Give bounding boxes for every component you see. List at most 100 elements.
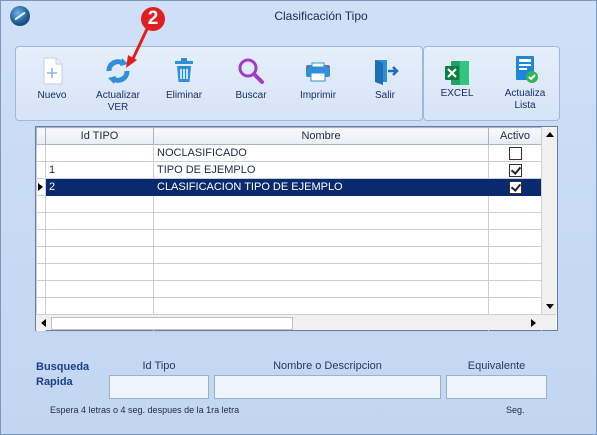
cell-activo bbox=[488, 161, 542, 179]
ver-label: VER bbox=[107, 102, 129, 113]
empty-cell[interactable] bbox=[488, 195, 542, 213]
cell-activo bbox=[488, 144, 542, 162]
activo-checkbox[interactable] bbox=[508, 163, 522, 177]
imprimir-label: Imprimir bbox=[299, 90, 337, 101]
main-toolbar: Nuevo Actualizar VER Eliminar Buscar Imp… bbox=[15, 46, 423, 121]
cell-nombre[interactable]: TIPO DE EJEMPLO bbox=[153, 161, 489, 179]
table-row-empty[interactable] bbox=[36, 246, 542, 264]
empty-cell[interactable] bbox=[488, 246, 542, 264]
empty-cell[interactable] bbox=[153, 212, 489, 230]
grid-header-row: Id TIPO Nombre Activo bbox=[36, 127, 542, 145]
nuevo-button[interactable]: Nuevo bbox=[30, 47, 74, 120]
table-row[interactable]: 2 CLASIFICACION TIPO DE EJEMPLO bbox=[36, 178, 542, 196]
empty-cell[interactable] bbox=[45, 229, 154, 247]
table-row-empty[interactable] bbox=[36, 195, 542, 213]
empty-cell[interactable] bbox=[153, 246, 489, 264]
empty-cell[interactable] bbox=[153, 297, 489, 315]
horizontal-scroll-thumb[interactable] bbox=[51, 317, 293, 330]
title-bar: Clasificación Tipo bbox=[1, 1, 596, 31]
scroll-down-button[interactable] bbox=[542, 299, 557, 314]
empty-cell[interactable] bbox=[153, 195, 489, 213]
secondary-toolbar: EXCEL Actualiza Lista bbox=[423, 46, 560, 121]
lista-label: Lista bbox=[514, 100, 536, 111]
empty-cell[interactable] bbox=[45, 297, 154, 315]
nuevo-label: Nuevo bbox=[37, 90, 67, 101]
grid-table: Id TIPO Nombre Activo NOCLASIFICADO 1 TIPO… bbox=[36, 127, 542, 332]
row-indicator bbox=[36, 195, 46, 213]
data-grid[interactable]: Id TIPO Nombre Activo NOCLASIFICADO 1 TIPO… bbox=[35, 126, 558, 332]
actualizar-label: Actualizar bbox=[96, 90, 140, 101]
scroll-up-button[interactable] bbox=[542, 127, 557, 142]
excel-button[interactable]: EXCEL bbox=[432, 47, 482, 120]
cell-nombre[interactable]: NOCLASIFICADO bbox=[153, 144, 489, 162]
quick-search-title-line1: Busqueda bbox=[36, 361, 90, 373]
main-window: Clasificación Tipo Nuevo Actualizar VER bbox=[0, 0, 597, 435]
equivalente-input[interactable] bbox=[446, 375, 547, 399]
quick-search-title: Busqueda Rapida bbox=[36, 360, 89, 390]
empty-cell[interactable] bbox=[488, 297, 542, 315]
imprimir-button[interactable]: Imprimir bbox=[294, 47, 342, 120]
equivalente-label: Equivalente bbox=[467, 360, 526, 372]
empty-cell[interactable] bbox=[153, 263, 489, 281]
arrow-down-icon bbox=[546, 304, 554, 309]
callout-arrow-icon bbox=[126, 28, 149, 68]
empty-cell[interactable] bbox=[45, 212, 154, 230]
cell-id-tipo[interactable] bbox=[45, 144, 154, 162]
empty-cell[interactable] bbox=[45, 263, 154, 281]
table-row-empty[interactable] bbox=[36, 280, 542, 298]
update-list-icon bbox=[516, 56, 538, 83]
horizontal-scrollbar[interactable] bbox=[36, 314, 556, 330]
search-hint-text: Espera 4 letras o 4 seg. despues de la 1… bbox=[50, 405, 240, 415]
row-indicator bbox=[36, 297, 46, 315]
cell-activo bbox=[488, 178, 542, 196]
nombre-descripcion-label: Nombre o Descripcion bbox=[273, 360, 382, 372]
column-header-id-tipo[interactable]: Id TIPO bbox=[45, 127, 154, 145]
search-icon bbox=[238, 58, 264, 84]
actualiza-lista-button[interactable]: Actualiza Lista bbox=[496, 47, 554, 120]
new-document-icon bbox=[43, 57, 63, 85]
empty-cell[interactable] bbox=[488, 212, 542, 230]
actualiza-label: Actualiza bbox=[504, 88, 546, 99]
column-header-nombre[interactable]: Nombre bbox=[153, 127, 489, 145]
cell-id-tipo[interactable]: 1 bbox=[45, 161, 154, 179]
vertical-scrollbar[interactable] bbox=[541, 127, 557, 314]
cell-id-tipo[interactable]: 2 bbox=[45, 178, 154, 196]
table-row-empty[interactable] bbox=[36, 229, 542, 247]
row-indicator bbox=[36, 144, 46, 162]
empty-cell[interactable] bbox=[488, 229, 542, 247]
table-row[interactable]: NOCLASIFICADO bbox=[36, 144, 542, 162]
row-indicator bbox=[36, 212, 46, 230]
row-indicator bbox=[36, 280, 46, 298]
activo-checkbox[interactable] bbox=[508, 146, 522, 160]
empty-cell[interactable] bbox=[488, 280, 542, 298]
column-header-activo[interactable]: Activo bbox=[488, 127, 542, 145]
empty-cell[interactable] bbox=[45, 280, 154, 298]
arrow-up-icon bbox=[546, 132, 554, 137]
printer-icon bbox=[306, 62, 330, 82]
nombre-descripcion-input[interactable] bbox=[214, 375, 441, 399]
empty-cell[interactable] bbox=[45, 246, 154, 264]
exit-door-icon bbox=[375, 60, 399, 85]
arrow-right-icon[interactable] bbox=[531, 319, 536, 327]
salir-button[interactable]: Salir bbox=[362, 47, 408, 120]
table-row-empty[interactable] bbox=[36, 263, 542, 281]
table-row[interactable]: 1 TIPO DE EJEMPLO bbox=[36, 161, 542, 179]
seconds-label: Seg. bbox=[506, 405, 525, 415]
activo-checkbox[interactable] bbox=[508, 180, 522, 194]
table-row-empty[interactable] bbox=[36, 212, 542, 230]
empty-cell[interactable] bbox=[45, 195, 154, 213]
row-indicator bbox=[36, 229, 46, 247]
eliminar-label: Eliminar bbox=[165, 90, 203, 101]
quick-search-title-line2: Rapida bbox=[36, 376, 73, 388]
empty-cell[interactable] bbox=[153, 280, 489, 298]
arrow-left-icon[interactable] bbox=[41, 319, 46, 327]
table-row-empty[interactable] bbox=[36, 297, 542, 315]
cell-nombre[interactable]: CLASIFICACION TIPO DE EJEMPLO bbox=[153, 178, 489, 196]
empty-cell[interactable] bbox=[488, 263, 542, 281]
id-tipo-input[interactable] bbox=[109, 375, 209, 399]
excel-label: EXCEL bbox=[440, 88, 474, 99]
buscar-button[interactable]: Buscar bbox=[228, 47, 274, 120]
empty-cell[interactable] bbox=[153, 229, 489, 247]
row-indicator-header bbox=[36, 127, 46, 145]
row-indicator bbox=[36, 161, 46, 179]
